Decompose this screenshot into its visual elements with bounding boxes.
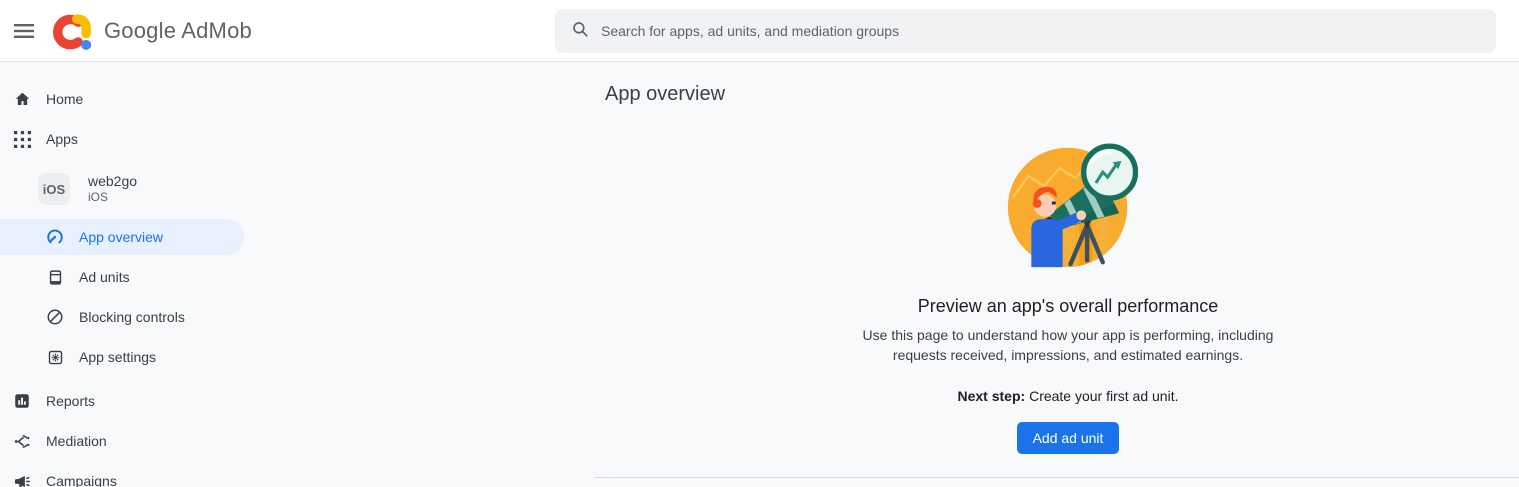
sidebar-item-label: App overview — [79, 229, 163, 245]
next-step-text: Next step: Create your first ad unit. — [617, 388, 1519, 404]
search-input[interactable] — [601, 23, 1480, 39]
app-name: web2go — [88, 173, 137, 191]
sidebar-item-blocking-controls[interactable]: Blocking controls — [0, 297, 280, 337]
sidebar-item-home[interactable]: Home — [0, 79, 280, 119]
empty-state: Preview an app's overall performance Use… — [617, 296, 1519, 454]
sidebar-item-label: Home — [46, 91, 83, 107]
ad-units-icon — [45, 267, 65, 287]
sidebar-item-label: Apps — [46, 131, 78, 147]
home-icon — [12, 89, 32, 109]
telescope-illustration — [1001, 133, 1138, 278]
sidebar-item-campaigns[interactable]: Campaigns — [0, 461, 280, 487]
sidebar-nav: Home Apps iOS web2go iOS App overview — [0, 62, 280, 487]
app-platform: iOS — [88, 190, 137, 205]
search-icon — [571, 20, 589, 43]
sidebar-item-label: Reports — [46, 393, 95, 409]
top-app-bar: Google AdMob — [0, 0, 1519, 62]
sidebar-item-apps[interactable]: Apps — [0, 119, 280, 159]
reports-bar-chart-icon — [12, 391, 32, 411]
admob-logo-icon[interactable] — [52, 10, 94, 52]
sidebar-item-reports[interactable]: Reports — [0, 381, 280, 421]
sidebar-item-label: App settings — [79, 349, 156, 365]
sidebar-item-ad-units[interactable]: Ad units — [0, 257, 280, 297]
sidebar-item-mediation[interactable]: Mediation — [0, 421, 280, 461]
menu-icon[interactable] — [2, 9, 46, 53]
sidebar-item-app-overview[interactable]: App overview — [0, 219, 244, 255]
campaigns-megaphone-icon — [12, 471, 32, 487]
empty-state-heading: Preview an app's overall performance — [617, 296, 1519, 317]
apps-grid-icon — [12, 129, 32, 149]
sidebar-item-label: Ad units — [79, 269, 130, 285]
product-name: Google AdMob — [104, 18, 252, 44]
sidebar-item-label: Campaigns — [46, 473, 117, 487]
ios-platform-icon: iOS — [38, 173, 70, 205]
block-icon — [45, 307, 65, 327]
sidebar-app-web2go[interactable]: iOS web2go iOS — [0, 165, 280, 213]
add-ad-unit-button[interactable]: Add ad unit — [1017, 422, 1120, 454]
sidebar-item-label: Blocking controls — [79, 309, 185, 325]
page-title: App overview — [605, 83, 725, 106]
sidebar-item-app-settings[interactable]: App settings — [0, 337, 280, 377]
app-settings-gear-icon — [45, 347, 65, 367]
next-step-label: Next step: — [958, 388, 1026, 404]
global-search[interactable] — [555, 9, 1496, 53]
empty-state-description: Use this page to understand how your app… — [838, 326, 1298, 365]
gauge-icon — [45, 227, 65, 247]
sidebar-item-label: Mediation — [46, 433, 107, 449]
mediation-split-icon — [12, 431, 32, 451]
next-step-detail: Create your first ad unit. — [1025, 388, 1178, 404]
content-divider — [595, 477, 1519, 478]
